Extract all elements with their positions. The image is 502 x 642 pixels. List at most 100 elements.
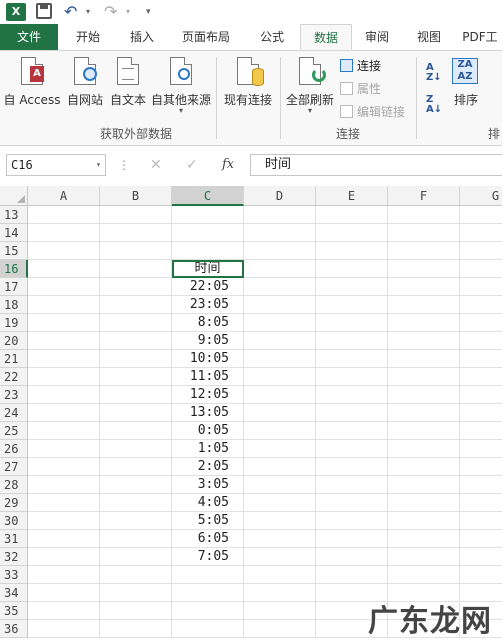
grid-cell[interactable] [100, 404, 172, 422]
row-header[interactable]: 26 [0, 440, 28, 458]
grid-cell[interactable] [460, 458, 502, 476]
grid-cell[interactable] [100, 368, 172, 386]
grid-cell[interactable] [28, 512, 100, 530]
grid-cell[interactable] [460, 332, 502, 350]
row-header[interactable]: 28 [0, 476, 28, 494]
column-header[interactable]: E [316, 186, 388, 206]
grid-cell[interactable] [316, 314, 388, 332]
grid-cell[interactable]: 6:05 [172, 530, 244, 548]
grid-cell[interactable]: 2:05 [172, 458, 244, 476]
sort-ascending-icon[interactable]: A Z↓ [426, 63, 442, 83]
row-header[interactable]: 14 [0, 224, 28, 242]
grid-cell[interactable] [388, 494, 460, 512]
grid-cell[interactable] [172, 206, 244, 224]
grid-cell[interactable] [100, 224, 172, 242]
grid-cell[interactable] [460, 224, 502, 242]
grid-cell[interactable] [28, 260, 100, 278]
grid-cell[interactable]: 12:05 [172, 386, 244, 404]
grid-cell[interactable] [100, 242, 172, 260]
grid-cell[interactable] [460, 404, 502, 422]
row-header[interactable]: 25 [0, 422, 28, 440]
grid-cell[interactable] [460, 548, 502, 566]
from-text-button[interactable]: 自文本 [108, 51, 148, 121]
grid-cell[interactable] [28, 476, 100, 494]
grid-cell[interactable] [460, 530, 502, 548]
grid-cell[interactable] [28, 386, 100, 404]
grid-cell[interactable] [316, 350, 388, 368]
grid-cell[interactable] [388, 422, 460, 440]
grid-cell[interactable] [316, 386, 388, 404]
grid-cell[interactable] [388, 206, 460, 224]
grid-cell[interactable] [244, 602, 316, 620]
tab-review[interactable]: 审阅 [354, 24, 400, 50]
grid-cell[interactable] [316, 206, 388, 224]
tab-home[interactable]: 开始 [62, 24, 114, 50]
grid-cell[interactable] [100, 548, 172, 566]
grid-cell[interactable] [244, 278, 316, 296]
grid-cell[interactable] [460, 386, 502, 404]
grid-cell[interactable] [244, 296, 316, 314]
grid-cell[interactable] [460, 314, 502, 332]
grid-cell[interactable] [100, 350, 172, 368]
name-box[interactable]: C16 ▾ [6, 154, 106, 176]
row-header[interactable]: 15 [0, 242, 28, 260]
grid-cell[interactable] [388, 566, 460, 584]
grid-cell[interactable] [388, 476, 460, 494]
column-header[interactable]: C [172, 186, 244, 206]
grid-cell[interactable] [28, 332, 100, 350]
grid-cell[interactable] [316, 530, 388, 548]
save-icon[interactable] [36, 3, 52, 19]
grid-cell[interactable] [244, 476, 316, 494]
row-header[interactable]: 13 [0, 206, 28, 224]
grid-cell[interactable] [244, 350, 316, 368]
grid-cell[interactable] [244, 458, 316, 476]
grid-cell[interactable] [28, 206, 100, 224]
grid-cell[interactable] [100, 278, 172, 296]
column-header[interactable]: G [460, 186, 502, 206]
grid-cell[interactable] [244, 620, 316, 638]
grid-cell[interactable] [460, 242, 502, 260]
row-header[interactable]: 30 [0, 512, 28, 530]
grid-cell[interactable]: 7:05 [172, 548, 244, 566]
refresh-all-button[interactable]: 全部刷新 ▾ [284, 51, 336, 121]
grid-cell[interactable] [28, 368, 100, 386]
insert-function-icon[interactable]: fx [222, 154, 234, 176]
redo-icon[interactable]: ↷ [104, 3, 117, 21]
grid-cell[interactable] [388, 512, 460, 530]
grid-cell[interactable] [100, 584, 172, 602]
grid-cell[interactable] [460, 422, 502, 440]
properties-button[interactable]: 属性 [340, 80, 381, 97]
grid-cell[interactable]: 3:05 [172, 476, 244, 494]
grid-cell[interactable]: 23:05 [172, 296, 244, 314]
grid-cell[interactable] [316, 296, 388, 314]
tab-formulas[interactable]: 公式 [246, 24, 298, 50]
grid-cell[interactable] [172, 566, 244, 584]
grid-cell[interactable] [100, 332, 172, 350]
formula-input[interactable]: 时间 [250, 154, 502, 176]
grid-cell[interactable] [244, 404, 316, 422]
grid-cell[interactable] [172, 602, 244, 620]
grid-cell[interactable] [100, 458, 172, 476]
redo-dropdown-icon[interactable]: ▾ [126, 3, 130, 21]
grid-cell[interactable] [460, 494, 502, 512]
grid-cell[interactable] [316, 278, 388, 296]
row-header[interactable]: 33 [0, 566, 28, 584]
cancel-icon[interactable]: ✕ [150, 154, 162, 176]
grid-cell[interactable] [100, 296, 172, 314]
grid-cell[interactable] [316, 494, 388, 512]
grid-cell[interactable] [244, 386, 316, 404]
column-header[interactable]: A [28, 186, 100, 206]
grid-cell[interactable] [316, 512, 388, 530]
grid-cell[interactable] [244, 584, 316, 602]
connections-button[interactable]: 连接 [340, 57, 381, 74]
grid-cell[interactable] [244, 314, 316, 332]
grid-cell[interactable] [244, 566, 316, 584]
column-header[interactable]: D [244, 186, 316, 206]
grid-cell[interactable] [244, 440, 316, 458]
grid-cell[interactable] [100, 494, 172, 512]
grid-cell[interactable] [316, 404, 388, 422]
grid-cell[interactable] [100, 260, 172, 278]
grid-cell[interactable] [316, 422, 388, 440]
grid-cell[interactable] [28, 548, 100, 566]
grid-cell[interactable]: 5:05 [172, 512, 244, 530]
